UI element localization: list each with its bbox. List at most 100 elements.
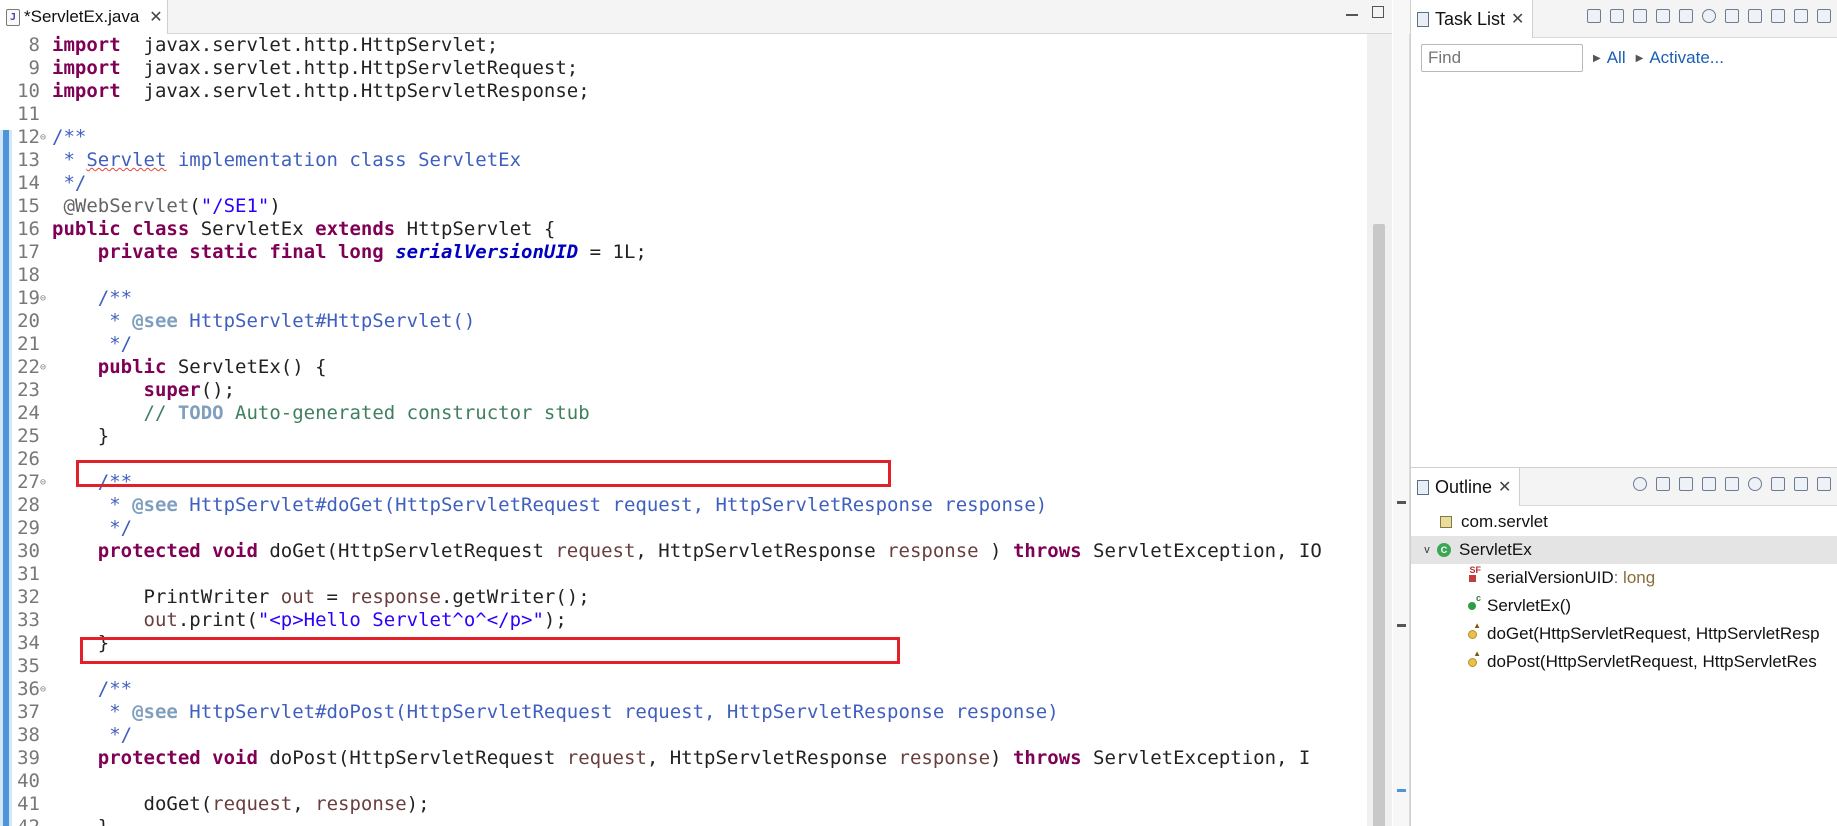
code-line[interactable]: 21 */	[12, 333, 1367, 356]
outline-item-class[interactable]: v C ServletEx	[1411, 536, 1837, 564]
chevron-down-icon[interactable]: v	[1419, 544, 1435, 556]
code-line[interactable]: 33 out.print("<p>Hello Servlet^o^</p>");	[12, 609, 1367, 632]
code-token: = 1L;	[578, 241, 647, 263]
all-filter-link[interactable]: ▶ All	[1593, 48, 1626, 68]
code-line[interactable]: 38 */	[12, 724, 1367, 747]
view-menu-icon[interactable]	[1794, 477, 1808, 491]
collapse-all-icon[interactable]	[1656, 477, 1670, 491]
line-number: 27	[17, 471, 40, 493]
minimize-icon[interactable]	[1817, 9, 1831, 23]
collapse-all-icon[interactable]	[1771, 9, 1785, 23]
code-line[interactable]: 30 protected void doGet(HttpServletReque…	[12, 540, 1367, 563]
code-line[interactable]: 25 }	[12, 425, 1367, 448]
link-with-editor-icon[interactable]	[1633, 477, 1647, 491]
code-line[interactable]: 32 PrintWriter out = response.getWriter(…	[12, 586, 1367, 609]
code-text: /**	[52, 126, 86, 149]
code-token: response	[887, 540, 979, 562]
code-token: *	[52, 494, 133, 516]
outline-item-method[interactable]: ▲ doGet(HttpServletRequest, HttpServletR…	[1411, 620, 1837, 648]
scheduled-icon[interactable]	[1656, 9, 1670, 23]
focus-icon[interactable]	[1748, 9, 1762, 23]
code-line[interactable]: 9 import javax.servlet.http.HttpServletRe…	[12, 57, 1367, 80]
minimize-icon[interactable]	[1346, 12, 1358, 16]
code-text: */	[52, 333, 132, 356]
code-line[interactable]: 29 */	[12, 517, 1367, 540]
code-line[interactable]: 24 // TODO Auto-generated constructor st…	[12, 402, 1367, 425]
code-line[interactable]: 40	[12, 770, 1367, 793]
activate-link[interactable]: ▶ Activate...	[1636, 48, 1724, 68]
java-editor[interactable]: J *ServletEx.java ✕ 8 import javax.servle…	[0, 0, 1392, 826]
line-number: 12	[17, 126, 40, 148]
tab-outline[interactable]: Outline ✕	[1411, 468, 1521, 506]
code-line[interactable]: 14 */	[12, 172, 1367, 195]
code-token: ServletException, I	[1081, 747, 1311, 769]
close-icon[interactable]: ✕	[1511, 9, 1524, 29]
code-line[interactable]: 37 * @see HttpServlet#doPost(HttpServlet…	[12, 701, 1367, 724]
code-text: import javax.servlet.http.HttpServlet;	[52, 34, 498, 57]
hide-fields-icon[interactable]	[1702, 477, 1716, 491]
code-line[interactable]: 28 * @see HttpServlet#doGet(HttpServletR…	[12, 494, 1367, 517]
outline-item-label: doGet(HttpServletRequest, HttpServletRes…	[1487, 624, 1820, 643]
code-line[interactable]: 15 @WebServlet("/SE1")	[12, 195, 1367, 218]
code-text: * @see HttpServlet#HttpServlet()	[52, 310, 475, 333]
maximize-icon[interactable]	[1372, 6, 1384, 18]
close-icon[interactable]: ✕	[1498, 477, 1511, 497]
code-line[interactable]: 23 super();	[12, 379, 1367, 402]
categorized-icon[interactable]	[1633, 9, 1647, 23]
code-line[interactable]: 39 protected void doPost(HttpServletRequ…	[12, 747, 1367, 770]
code-line[interactable]: 31	[12, 563, 1367, 586]
find-input[interactable]	[1421, 44, 1583, 72]
line-number: 21	[17, 333, 40, 355]
link-icon[interactable]	[1794, 9, 1808, 23]
code-line[interactable]: 13 * Servlet implementation class Servle…	[12, 149, 1367, 172]
code-line[interactable]: 42 }	[12, 816, 1367, 826]
tab-task-list[interactable]: Task List ✕	[1411, 0, 1534, 38]
code-line[interactable]: 12⊖/**	[12, 126, 1367, 149]
fold-toggle-icon[interactable]: ⊖	[40, 678, 52, 701]
synchronize-icon[interactable]	[1702, 9, 1716, 23]
outline-item-constructor[interactable]: c ServletEx()	[1411, 592, 1837, 620]
scrollbar-thumb[interactable]	[1373, 224, 1385, 826]
hide-static-icon[interactable]	[1725, 477, 1739, 491]
ruler-mark[interactable]	[1397, 789, 1406, 792]
view-menu-icon[interactable]	[1610, 9, 1624, 23]
code-text: public class ServletEx extends HttpServl…	[52, 218, 555, 241]
code-area[interactable]: 8 import javax.servlet.http.HttpServlet; 9…	[12, 34, 1367, 826]
sort-icon[interactable]	[1679, 9, 1693, 23]
ruler-mark[interactable]	[1397, 624, 1406, 627]
code-line[interactable]: 17 private static final long serialVersi…	[12, 241, 1367, 264]
minimize-icon[interactable]	[1817, 477, 1831, 491]
code-token: @see	[132, 494, 178, 516]
code-line[interactable]: 16 public class ServletEx extends HttpSer…	[12, 218, 1367, 241]
hide-local-types-icon[interactable]	[1771, 477, 1785, 491]
code-line[interactable]: 36⊖ /**	[12, 678, 1367, 701]
line-number: 37	[17, 701, 40, 723]
outline-item-field[interactable]: SF serialVersionUID : long	[1411, 564, 1837, 592]
ruler-mark[interactable]	[1397, 501, 1406, 504]
sort-icon[interactable]	[1679, 477, 1693, 491]
code-line[interactable]: 10 import javax.servlet.http.HttpServletR…	[12, 80, 1367, 103]
hide-nonpublic-icon[interactable]	[1748, 477, 1762, 491]
fold-toggle-icon[interactable]: ⊖	[40, 126, 52, 149]
outline-item-label: ServletEx	[1459, 540, 1532, 559]
code-line[interactable]: 19⊖ /**	[12, 287, 1367, 310]
code-line[interactable]: 11	[12, 103, 1367, 126]
code-token: import	[52, 34, 121, 56]
fold-toggle-icon[interactable]: ⊖	[40, 471, 52, 494]
code-line[interactable]: 18	[12, 264, 1367, 287]
code-line[interactable]: 41 doGet(request, response);	[12, 793, 1367, 816]
close-icon[interactable]: ✕	[149, 7, 162, 27]
hide-completed-icon[interactable]	[1725, 9, 1739, 23]
editor-vertical-scrollbar[interactable]	[1367, 34, 1392, 826]
code-token: out	[143, 609, 178, 631]
editor-tab-servletex[interactable]: J *ServletEx.java ✕	[0, 0, 168, 34]
line-number: 11	[17, 103, 40, 125]
code-line[interactable]: 20 * @see HttpServlet#HttpServlet()	[12, 310, 1367, 333]
code-line[interactable]: 22⊖ public ServletEx() {	[12, 356, 1367, 379]
outline-item-method[interactable]: ▲ doPost(HttpServletRequest, HttpServlet…	[1411, 648, 1837, 676]
fold-toggle-icon[interactable]: ⊖	[40, 356, 52, 379]
outline-item-package[interactable]: com.servlet	[1411, 508, 1837, 536]
new-task-icon[interactable]	[1587, 9, 1601, 23]
fold-toggle-icon[interactable]: ⊖	[40, 287, 52, 310]
code-line[interactable]: 8 import javax.servlet.http.HttpServlet;	[12, 34, 1367, 57]
